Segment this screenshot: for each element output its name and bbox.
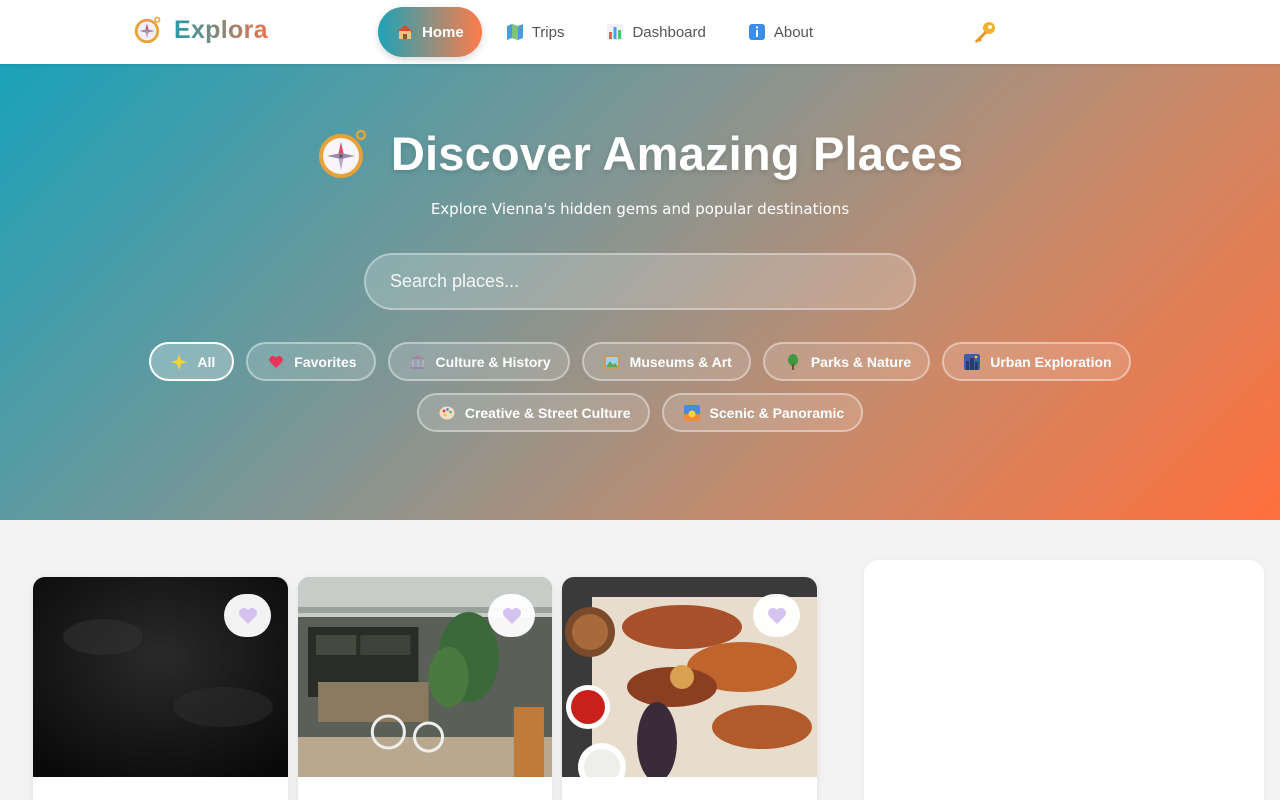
nav-about-label: About: [773, 23, 814, 41]
page-title: Discover Amazing Places: [390, 127, 964, 180]
filter-parks-nature[interactable]: Parks & Nature: [762, 342, 931, 381]
classical-building-icon: [410, 354, 425, 369]
city-night-icon: [964, 353, 981, 370]
hero-banner: Discover Amazing Places Explore Vienna's…: [0, 64, 1280, 520]
filter-favorites[interactable]: Favorites: [246, 342, 376, 381]
nav-home-label: Home: [422, 23, 464, 41]
filter-label: Scenic & Panoramic: [709, 404, 845, 421]
hero-heading: Discover Amazing Places: [0, 126, 1280, 181]
filter-creative-street-culture[interactable]: Creative & Street Culture: [416, 393, 650, 432]
main-nav: Home Trips Dashboard About: [378, 7, 837, 57]
favorite-button[interactable]: [753, 594, 800, 637]
key-icon[interactable]: [972, 20, 998, 46]
search-input[interactable]: [364, 253, 916, 310]
map-icon: [506, 24, 523, 40]
top-navbar: Explora Home Trips Dashboard About: [0, 0, 1280, 64]
brand-name: Explora: [174, 15, 268, 44]
framed-picture-icon: [603, 354, 620, 369]
filter-all[interactable]: All: [149, 342, 235, 381]
category-filters: All Favorites Culture & History Museums …: [0, 342, 1280, 432]
filter-museums-art[interactable]: Museums & Art: [581, 342, 751, 381]
info-icon: [748, 24, 765, 40]
filter-label: Museums & Art: [629, 353, 732, 370]
place-card[interactable]: [298, 577, 552, 800]
nav-about[interactable]: About: [730, 7, 831, 57]
filter-culture-history[interactable]: Culture & History: [387, 342, 570, 381]
place-card[interactable]: [33, 577, 288, 800]
nav-dashboard[interactable]: Dashboard: [588, 7, 723, 57]
bar-chart-icon: [607, 24, 624, 40]
favorite-button[interactable]: [488, 594, 535, 637]
heart-icon: [502, 607, 521, 624]
filter-scenic-panoramic[interactable]: Scenic & Panoramic: [661, 393, 864, 432]
nav-trips-label: Trips: [531, 23, 565, 41]
nav-home[interactable]: Home: [378, 7, 482, 57]
filter-label: Parks & Nature: [810, 353, 912, 370]
heart-icon: [238, 607, 257, 624]
palette-icon: [439, 406, 455, 419]
tree-icon: [787, 353, 798, 370]
sparkle-icon: [171, 353, 188, 370]
sunrise-icon: [683, 404, 700, 421]
heart-icon: [269, 355, 284, 368]
filter-label: Urban Exploration: [990, 353, 1112, 370]
map-panel: [864, 560, 1264, 800]
filter-label: Favorites: [294, 353, 357, 370]
heart-icon: [767, 607, 786, 624]
hero-subtitle: Explore Vienna's hidden gems and popular…: [430, 200, 850, 218]
filter-label: Culture & History: [435, 353, 551, 370]
compass-icon: [134, 16, 161, 44]
nav-trips[interactable]: Trips: [488, 7, 583, 57]
filter-urban-exploration[interactable]: Urban Exploration: [942, 342, 1131, 381]
place-card[interactable]: [562, 577, 817, 800]
compass-icon: [318, 129, 367, 178]
brand-logo[interactable]: Explora: [132, 15, 268, 45]
favorite-button[interactable]: [224, 594, 271, 637]
house-icon: [397, 25, 413, 39]
filter-label: Creative & Street Culture: [464, 404, 631, 421]
filter-label: All: [197, 353, 216, 370]
nav-dashboard-label: Dashboard: [632, 23, 706, 41]
